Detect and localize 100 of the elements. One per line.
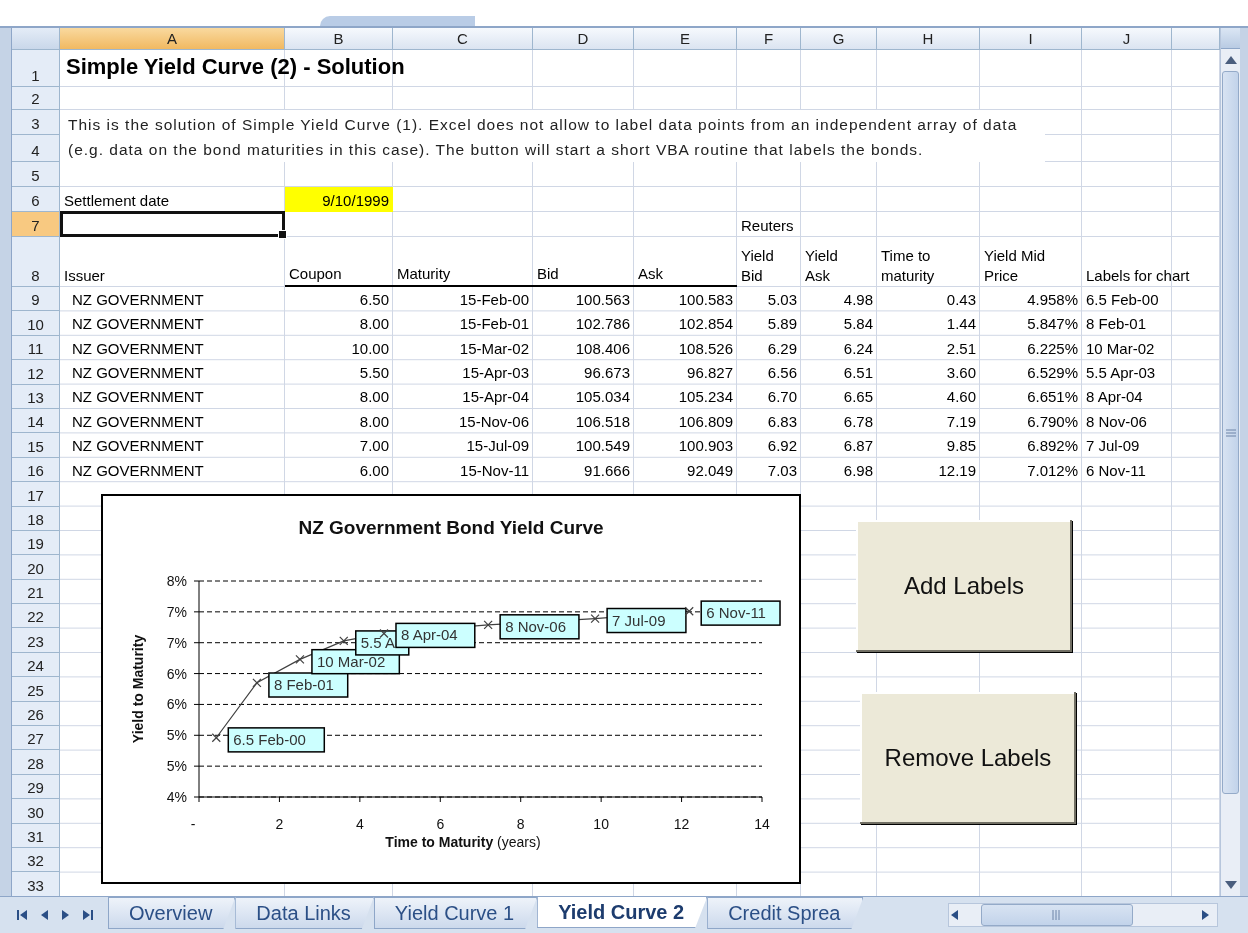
sheet-tab[interactable]: Credit Sprea bbox=[707, 897, 864, 929]
column-header[interactable]: B bbox=[285, 28, 393, 50]
row-header[interactable]: 21 bbox=[12, 579, 60, 605]
table-cell-text: 106.518 bbox=[574, 411, 631, 432]
macro-button[interactable]: Remove Labels bbox=[860, 692, 1076, 824]
column-header[interactable]: D bbox=[533, 28, 634, 50]
table-cell-text: 15-Feb-00 bbox=[458, 289, 530, 310]
row-header[interactable]: 15 bbox=[12, 433, 60, 458]
macro-button[interactable]: Add Labels bbox=[856, 520, 1072, 652]
table-cell-text: 92.049 bbox=[686, 460, 734, 481]
row-header[interactable]: 24 bbox=[12, 652, 60, 678]
row-header[interactable]: 18 bbox=[12, 506, 60, 531]
table-cell-text: 100.583 bbox=[677, 289, 734, 310]
sheet-tab[interactable]: Overview bbox=[108, 897, 236, 929]
scroll-left-arrow[interactable] bbox=[949, 909, 961, 921]
column-header[interactable]: E bbox=[634, 28, 737, 50]
column-heading: Coupon bbox=[285, 237, 393, 287]
table-cell-text: 15-Apr-04 bbox=[461, 387, 530, 408]
row-header[interactable]: 12 bbox=[12, 360, 60, 385]
row-header[interactable]: 17 bbox=[12, 482, 60, 507]
column-header[interactable]: J bbox=[1082, 28, 1172, 50]
x-marker bbox=[483, 620, 493, 630]
row-header[interactable]: 13 bbox=[12, 384, 60, 409]
row-header[interactable]: 28 bbox=[12, 750, 60, 775]
table-cell-text: 5.50 bbox=[358, 363, 390, 384]
table-cell-text: 4.60 bbox=[945, 387, 977, 408]
row-header[interactable]: 22 bbox=[12, 604, 60, 629]
x-marker bbox=[252, 678, 262, 688]
row-header[interactable]: 27 bbox=[12, 726, 60, 751]
row-header[interactable]: 16 bbox=[12, 457, 60, 483]
table-cell-text: 10.00 bbox=[350, 338, 390, 359]
data-label: 8 Feb-01 bbox=[268, 672, 349, 698]
column-header[interactable]: H bbox=[877, 28, 980, 50]
scrollbar-thumb[interactable] bbox=[1222, 71, 1239, 794]
row-header[interactable]: 29 bbox=[12, 774, 60, 800]
table-cell-text: 96.673 bbox=[583, 363, 631, 384]
table-cell-text: 2.51 bbox=[945, 338, 977, 359]
row-header[interactable]: 23 bbox=[12, 628, 60, 653]
table-cell-text: 15-Feb-01 bbox=[458, 314, 530, 335]
column-header[interactable]: A bbox=[60, 28, 285, 50]
x-marker bbox=[590, 614, 600, 624]
row-header[interactable]: 8 bbox=[12, 237, 60, 287]
column-header[interactable]: F bbox=[737, 28, 801, 50]
table-cell-text: 7.00 bbox=[358, 436, 390, 457]
first-sheet-icon[interactable] bbox=[16, 909, 28, 921]
chart-title: NZ Government Bond Yield Curve bbox=[298, 517, 604, 538]
row-header[interactable]: 14 bbox=[12, 408, 60, 434]
row-header[interactable]: 3 bbox=[12, 110, 60, 135]
row-header[interactable]: 32 bbox=[12, 848, 60, 873]
row-header[interactable]: 2 bbox=[12, 87, 60, 110]
row-header[interactable]: 33 bbox=[12, 872, 60, 896]
row-header[interactable]: 5 bbox=[12, 162, 60, 187]
table-cell-text: 7.03 bbox=[766, 460, 798, 481]
active-cell[interactable] bbox=[60, 211, 285, 237]
row-header[interactable]: 19 bbox=[12, 530, 60, 556]
table-cell-text: 4.98 bbox=[842, 289, 874, 310]
column-header[interactable]: I bbox=[980, 28, 1082, 50]
vertical-scrollbar[interactable] bbox=[1220, 28, 1240, 896]
row-header[interactable]: 31 bbox=[12, 823, 60, 848]
formula-bar-handle[interactable] bbox=[320, 16, 475, 26]
scroll-right-arrow[interactable] bbox=[1199, 909, 1211, 921]
row-header[interactable]: 4 bbox=[12, 135, 60, 162]
column-header[interactable]: G bbox=[801, 28, 877, 50]
row-header[interactable]: 6 bbox=[12, 187, 60, 212]
row-header[interactable]: 1 bbox=[12, 50, 60, 87]
table-cell-text: 8.00 bbox=[358, 387, 390, 408]
table-cell-text: 1.44 bbox=[945, 314, 977, 335]
table-cell-text: 0.43 bbox=[945, 289, 977, 310]
row-header[interactable]: 30 bbox=[12, 799, 60, 824]
table-cell-text: 7.012% bbox=[1026, 460, 1079, 481]
settlement-date-cell[interactable]: 9/10/1999 bbox=[285, 187, 393, 212]
table-cell-text: NZ GOVERNMENT bbox=[71, 314, 205, 335]
sheet-title: Simple Yield Curve (2) - Solution bbox=[65, 53, 406, 82]
y-tick-label: 8% bbox=[166, 573, 187, 589]
table-cell-text: 6.00 bbox=[358, 460, 390, 481]
row-header[interactable]: 9 bbox=[12, 287, 60, 312]
sheet-tab[interactable]: Data Links bbox=[235, 897, 374, 929]
row-header[interactable]: 7 bbox=[12, 212, 60, 237]
row-header[interactable]: 11 bbox=[12, 335, 60, 361]
column-heading: Yield Mid Price bbox=[983, 246, 1047, 286]
table-cell-text: NZ GOVERNMENT bbox=[71, 460, 205, 481]
last-sheet-icon[interactable] bbox=[82, 909, 94, 921]
table-cell-text: 100.563 bbox=[574, 289, 631, 310]
row-header[interactable]: 20 bbox=[12, 555, 60, 580]
data-label: 6 Nov-11 bbox=[700, 600, 781, 626]
horizontal-scrollbar[interactable] bbox=[948, 903, 1218, 927]
column-header[interactable]: C bbox=[393, 28, 533, 50]
sheet-tab[interactable]: Yield Curve 2 bbox=[537, 897, 708, 928]
row-header[interactable]: 10 bbox=[12, 311, 60, 336]
x-tick-label: 4 bbox=[355, 816, 364, 832]
row-header[interactable]: 25 bbox=[12, 677, 60, 702]
table-cell-text: 5.89 bbox=[766, 314, 798, 335]
column-heading: Yield Bid bbox=[740, 246, 775, 286]
table-cell-text: 5.847% bbox=[1026, 314, 1079, 335]
table-cell-text: 6.92 bbox=[766, 436, 798, 457]
table-cell-text: 6.70 bbox=[766, 387, 798, 408]
horizontal-scrollbar-thumb[interactable] bbox=[981, 904, 1133, 926]
row-header[interactable]: 26 bbox=[12, 701, 60, 727]
sheet-tab[interactable]: Yield Curve 1 bbox=[373, 897, 538, 929]
table-cell-text: 91.666 bbox=[583, 460, 631, 481]
